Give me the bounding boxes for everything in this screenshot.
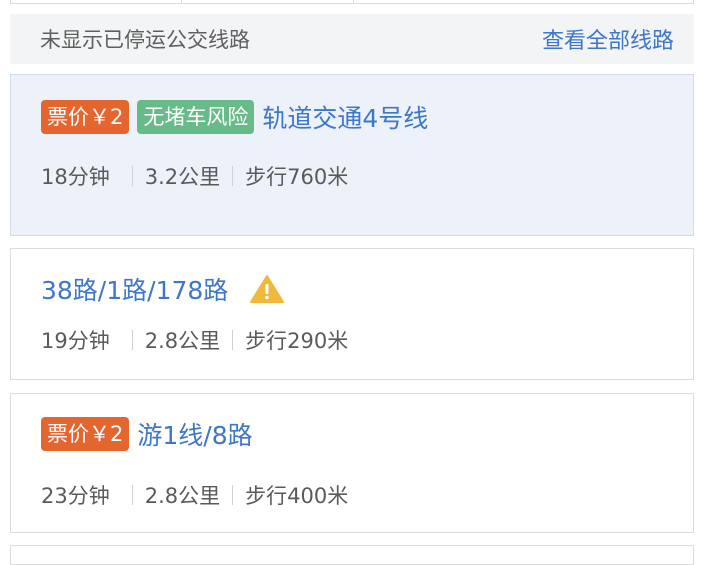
divider xyxy=(131,485,133,505)
fare-badge: 票价￥2 xyxy=(41,417,130,451)
divider xyxy=(232,166,234,186)
route-distance: 2.8公里 xyxy=(144,484,221,508)
route-duration: 23分钟 xyxy=(41,484,110,508)
route-duration: 19分钟 xyxy=(41,329,110,353)
previous-card-edge xyxy=(10,0,694,4)
route-details: 19分钟 2.8公里 步行290米 xyxy=(41,325,348,355)
route-walk-distance: 步行760米 xyxy=(245,165,349,189)
route-distance: 3.2公里 xyxy=(144,165,221,189)
route-header: 票价￥2 无堵车风险 轨道交通4号线 xyxy=(41,99,428,135)
no-congestion-badge: 无堵车风险 xyxy=(137,100,255,134)
fare-badge: 票价￥2 xyxy=(41,100,130,134)
divider xyxy=(232,485,234,505)
route-details: 23分钟 2.8公里 步行400米 xyxy=(41,480,348,510)
route-name[interactable]: 轨道交通4号线 xyxy=(262,99,428,135)
divider xyxy=(131,330,133,350)
divider xyxy=(131,166,133,186)
route-card-3[interactable]: 票价￥2 游1线/8路 23分钟 2.8公里 步行400米 xyxy=(10,393,694,533)
view-all-lines-link[interactable]: 查看全部线路 xyxy=(542,23,674,55)
previous-card-divider xyxy=(353,0,354,4)
route-distance: 2.8公里 xyxy=(144,329,221,353)
route-walk-distance: 步行400米 xyxy=(245,484,349,508)
route-card-2[interactable]: 38路/1路/178路 19分钟 2.8公里 步行290米 xyxy=(10,248,694,380)
next-card-edge xyxy=(10,545,694,565)
suspended-lines-notice: 未显示已停运公交线路 查看全部线路 xyxy=(10,14,694,64)
notice-message: 未显示已停运公交线路 xyxy=(40,28,250,52)
route-name[interactable]: 38路/1路/178路 xyxy=(41,271,228,307)
route-card-1[interactable]: 票价￥2 无堵车风险 轨道交通4号线 18分钟 3.2公里 步行760米 xyxy=(10,74,694,236)
route-name[interactable]: 游1线/8路 xyxy=(137,416,252,452)
route-details: 18分钟 3.2公里 步行760米 xyxy=(41,161,348,191)
route-header: 38路/1路/178路 xyxy=(41,271,285,307)
divider xyxy=(232,330,234,350)
route-duration: 18分钟 xyxy=(41,165,110,189)
route-header: 票价￥2 游1线/8路 xyxy=(41,416,253,452)
warning-icon xyxy=(250,275,285,303)
previous-card-divider xyxy=(181,0,182,4)
route-walk-distance: 步行290米 xyxy=(245,329,349,353)
